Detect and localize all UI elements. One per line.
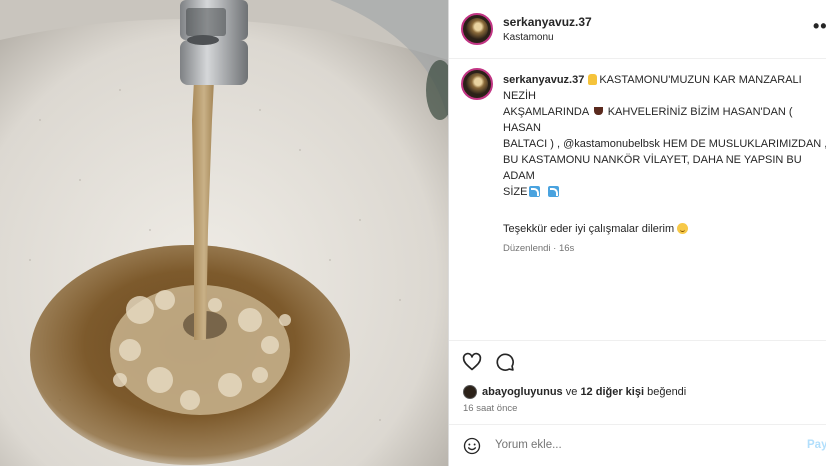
author-username[interactable]: serkanyavuz.37 bbox=[503, 15, 592, 29]
caption-text: serkanyavuz.37 KASTAMONU'MUZUN KAR MANZAR… bbox=[503, 72, 826, 200]
post-time-ago: 16 saat önce bbox=[463, 403, 518, 414]
faucet-photo bbox=[0, 0, 448, 466]
caption-line-5: SİZE bbox=[503, 186, 528, 198]
likes-others-link[interactable]: 12 diğer kişi bbox=[580, 386, 644, 398]
thanks-text: Teşekkür eder iyi çalışmalar dilerim bbox=[503, 223, 675, 235]
likes-summary: abayogluyunus ve 12 diğer kişi beğendi bbox=[463, 385, 686, 399]
action-bar-divider bbox=[449, 340, 826, 342]
thumbs-up-emoji-icon bbox=[588, 74, 598, 85]
comment-input[interactable] bbox=[495, 439, 755, 451]
like-heart-icon[interactable] bbox=[462, 352, 482, 372]
caption-thanks: Teşekkür eder iyi çalışmalar dilerim bbox=[503, 223, 689, 235]
comment-bar: Paylaş bbox=[449, 424, 826, 466]
shower-emoji-icon bbox=[529, 186, 541, 197]
comment-bubble-icon[interactable] bbox=[495, 352, 515, 372]
liker-avatar[interactable] bbox=[463, 385, 477, 399]
likes-connector: ve bbox=[565, 386, 578, 398]
caption-line-3: BALTACI ) , @kastamonubelbsk HEM DE MUSL… bbox=[503, 138, 826, 150]
liker-username[interactable]: abayogluyunus bbox=[482, 386, 563, 398]
author-avatar[interactable] bbox=[461, 13, 493, 45]
smile-emoji-icon bbox=[677, 223, 689, 234]
caption-avatar[interactable] bbox=[461, 68, 493, 100]
post-comment-button[interactable]: Paylaş bbox=[807, 439, 826, 451]
likes-suffix: beğendi bbox=[647, 386, 687, 398]
edited-timestamp: Düzenlendi · 16s bbox=[503, 243, 575, 254]
caption-username[interactable]: serkanyavuz.37 bbox=[503, 74, 584, 86]
shower-emoji-icon-2 bbox=[547, 186, 559, 197]
more-icon[interactable]: ••• bbox=[813, 16, 826, 37]
emoji-picker-icon[interactable] bbox=[463, 437, 481, 455]
caption-line-4: BU KASTAMONU NANKÖR VİLAYET, DAHA NE YAP… bbox=[503, 154, 805, 182]
post-image bbox=[0, 0, 448, 466]
post-location[interactable]: Kastamonu bbox=[503, 32, 554, 43]
caption-line-2a: AKŞAMLARINDA bbox=[503, 106, 589, 118]
post-details-panel: serkanyavuz.37 Kastamonu ••• serkanyavuz… bbox=[448, 0, 826, 466]
post-header: serkanyavuz.37 Kastamonu ••• bbox=[449, 0, 826, 59]
coffee-emoji-icon bbox=[593, 107, 603, 115]
